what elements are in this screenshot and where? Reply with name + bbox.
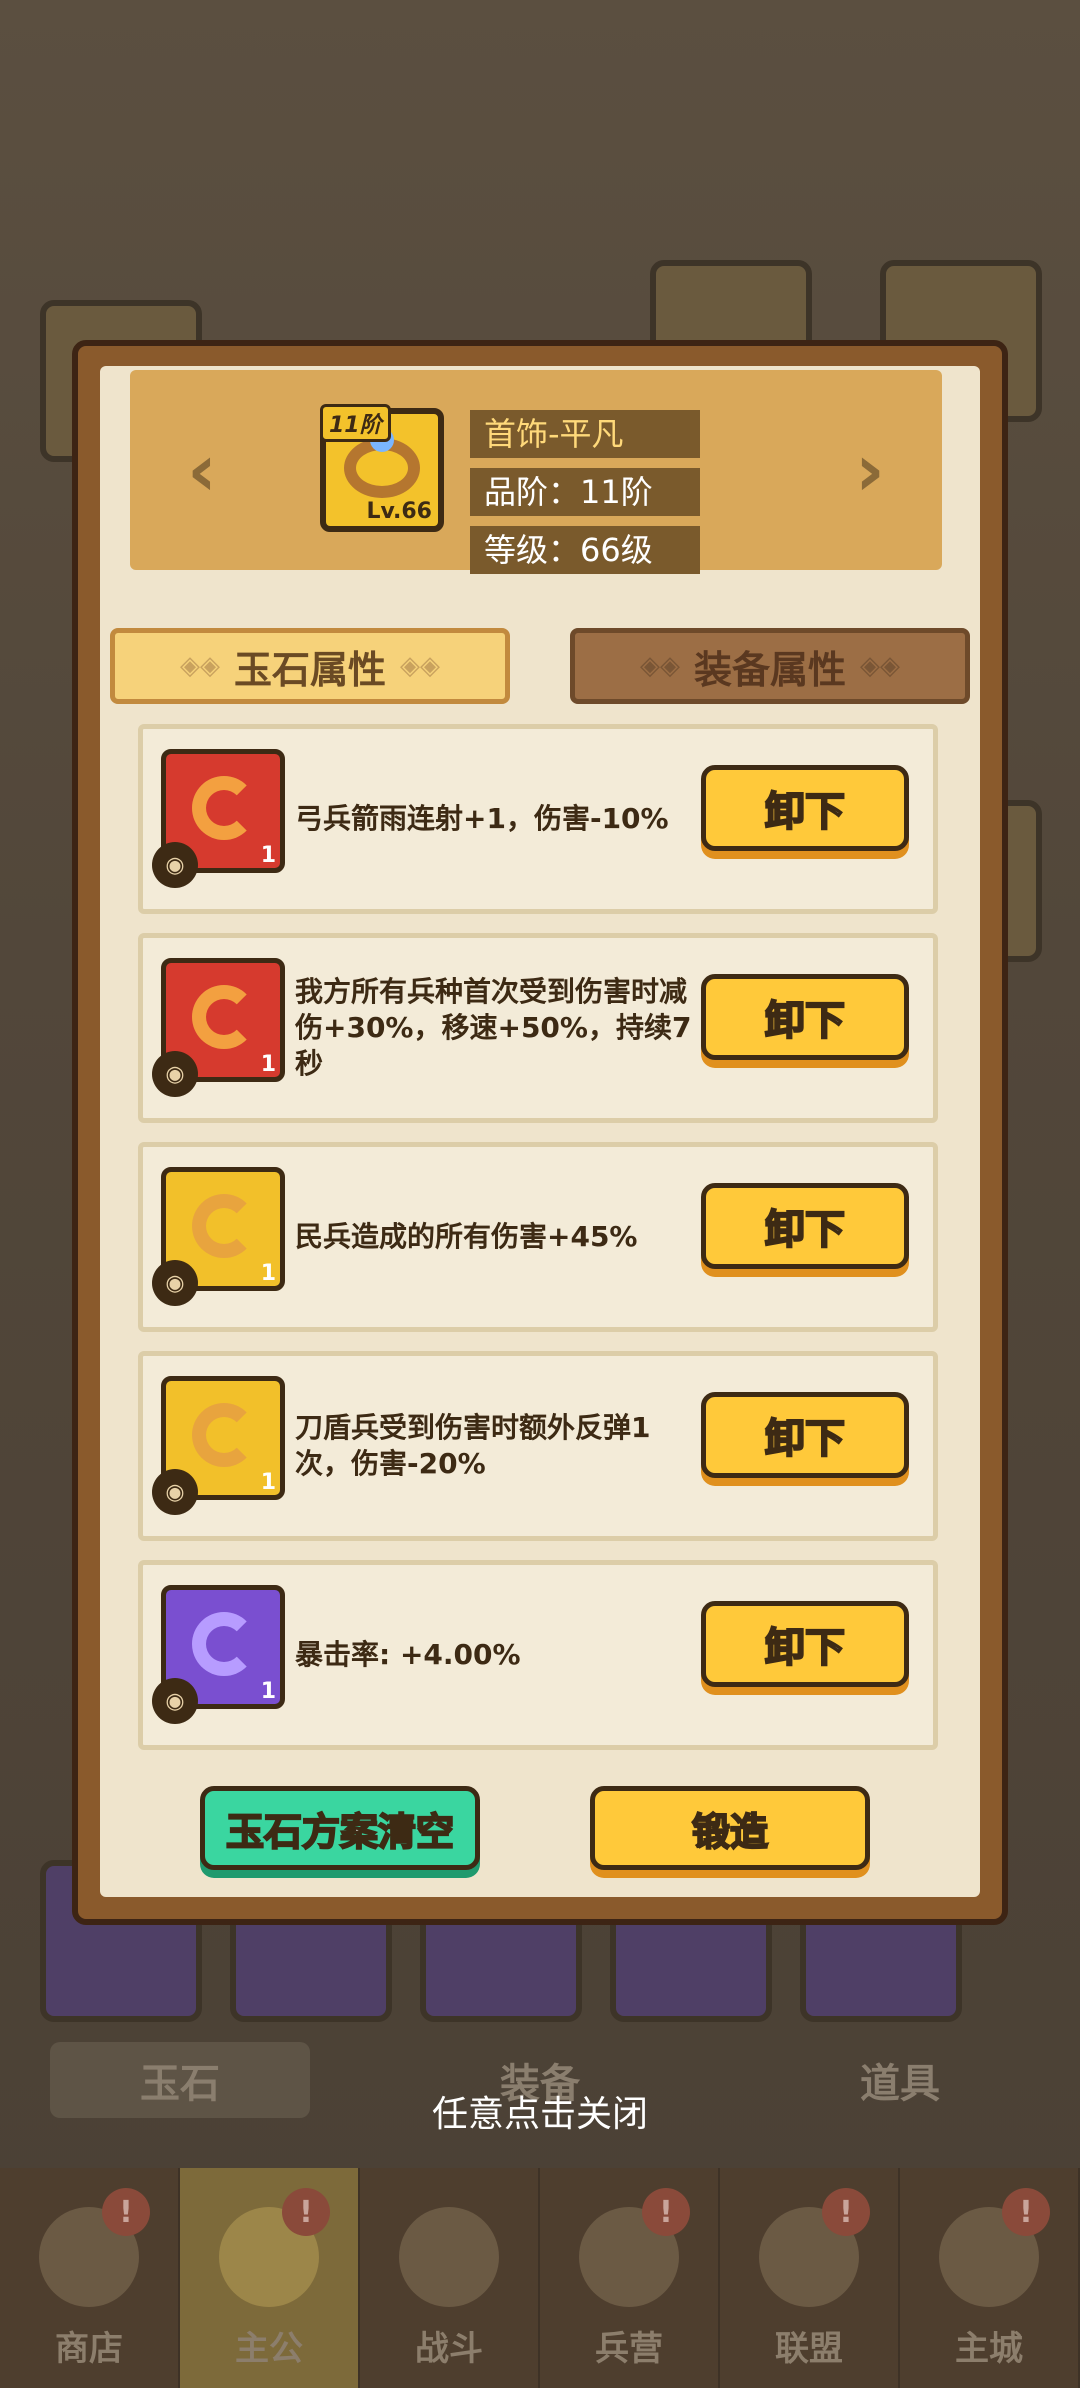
item-level: 等级：66级	[470, 526, 700, 574]
alert-badge: !	[282, 2188, 330, 2236]
nav-alliance: ! 联盟	[720, 2168, 900, 2388]
alert-badge: !	[102, 2188, 150, 2236]
red-jade-icon: 1 ◉	[152, 958, 285, 1097]
forge-button[interactable]: 锻造	[590, 1786, 870, 1870]
nav-label: 联盟	[775, 2329, 843, 2369]
list-item: 1 ◉ 民兵造成的所有伤害+45% 卸下	[138, 1142, 938, 1332]
unload-button[interactable]: 卸下	[701, 1601, 909, 1687]
bottom-nav: ! 商店 ! 主公 战斗 ! 兵营 ! 联盟 ! 主城	[0, 2168, 1080, 2388]
jade-effect-text: 我方所有兵种首次受到伤害时减伤+30%，移速+50%，持续7秒	[295, 975, 692, 1080]
nav-city: ! 主城	[900, 2168, 1080, 2388]
list-item: 1 ◉ 刀盾兵受到伤害时额外反弹1次，伤害-20% 卸下	[138, 1351, 938, 1541]
next-item-arrow-icon[interactable]: ›	[842, 432, 898, 508]
nav-label: 兵营	[595, 2329, 663, 2369]
jade-effect-text: 弓兵箭雨连射+1，伤害-10%	[295, 802, 669, 835]
ring-icon: 11阶 Lv.66	[320, 404, 444, 532]
purple-jade-icon: 1 ◉	[152, 1585, 285, 1724]
nav-barracks: ! 兵营	[540, 2168, 720, 2388]
unload-button[interactable]: 卸下	[701, 974, 909, 1060]
jade-effect-text: 刀盾兵受到伤害时额外反弹1次，伤害-20%	[295, 1411, 651, 1480]
red-jade-icon: 1 ◉	[152, 749, 285, 888]
alert-badge: !	[1002, 2188, 1050, 2236]
dialog-paper: ‹ 11阶 Lv.66 首饰-平凡 品阶：11阶 等级：66级 › ◈◈ 玉石属…	[100, 366, 980, 1897]
alert-badge: !	[642, 2188, 690, 2236]
nav-label: 商店	[55, 2329, 123, 2369]
bind-icon: ◉	[152, 1260, 198, 1306]
gold-jade-icon: 1 ◉	[152, 1376, 285, 1515]
nav-shop: ! 商店	[0, 2168, 180, 2388]
bind-icon: ◉	[152, 842, 198, 888]
item-name: 首饰-平凡	[470, 410, 700, 458]
nav-lord: ! 主公	[180, 2168, 360, 2388]
tier-tag: 11阶	[320, 404, 391, 442]
unload-button[interactable]: 卸下	[701, 765, 909, 851]
list-item: 1 ◉ 我方所有兵种首次受到伤害时减伤+30%，移速+50%，持续7秒 卸下	[138, 933, 938, 1123]
alert-badge: !	[822, 2188, 870, 2236]
unload-button[interactable]: 卸下	[701, 1392, 909, 1478]
tab-jade-attributes[interactable]: ◈◈ 玉石属性 ◈◈	[110, 628, 510, 704]
level-tag: Lv.66	[366, 499, 432, 524]
nav-label: 主城	[955, 2329, 1023, 2369]
list-item: 1 ◉ 弓兵箭雨连射+1，伤害-10% 卸下	[138, 724, 938, 914]
nav-label: 主公	[235, 2329, 303, 2369]
crossed-swords-icon	[399, 2207, 499, 2307]
jade-list: 1 ◉ 弓兵箭雨连射+1，伤害-10% 卸下 1 ◉ 我方所有兵种首次受到伤害时…	[138, 724, 938, 1769]
gold-jade-icon: 1 ◉	[152, 1167, 285, 1306]
nav-label: 战斗	[415, 2329, 483, 2369]
list-item: 1 ◉ 暴击率: +4.00% 卸下	[138, 1560, 938, 1750]
item-grade: 品阶：11阶	[470, 468, 700, 516]
jade-dialog: ‹ 11阶 Lv.66 首饰-平凡 品阶：11阶 等级：66级 › ◈◈ 玉石属…	[72, 340, 1008, 1925]
nav-battle: 战斗	[360, 2168, 540, 2388]
tap-to-close-hint[interactable]: 任意点击关闭	[0, 2085, 1080, 2137]
jade-effect-text: 暴击率: +4.00%	[295, 1638, 521, 1671]
item-header: ‹ 11阶 Lv.66 首饰-平凡 品阶：11阶 等级：66级 ›	[130, 370, 942, 574]
clear-jade-plan-button[interactable]: 玉石方案清空	[200, 1786, 480, 1870]
unload-button[interactable]: 卸下	[701, 1183, 909, 1269]
jade-effect-text: 民兵造成的所有伤害+45%	[295, 1220, 638, 1253]
tab-equipment-attributes[interactable]: ◈◈ 装备属性 ◈◈	[570, 628, 970, 704]
bind-icon: ◉	[152, 1469, 198, 1515]
bind-icon: ◉	[152, 1678, 198, 1724]
prev-item-arrow-icon[interactable]: ‹	[174, 432, 230, 508]
bind-icon: ◉	[152, 1051, 198, 1097]
